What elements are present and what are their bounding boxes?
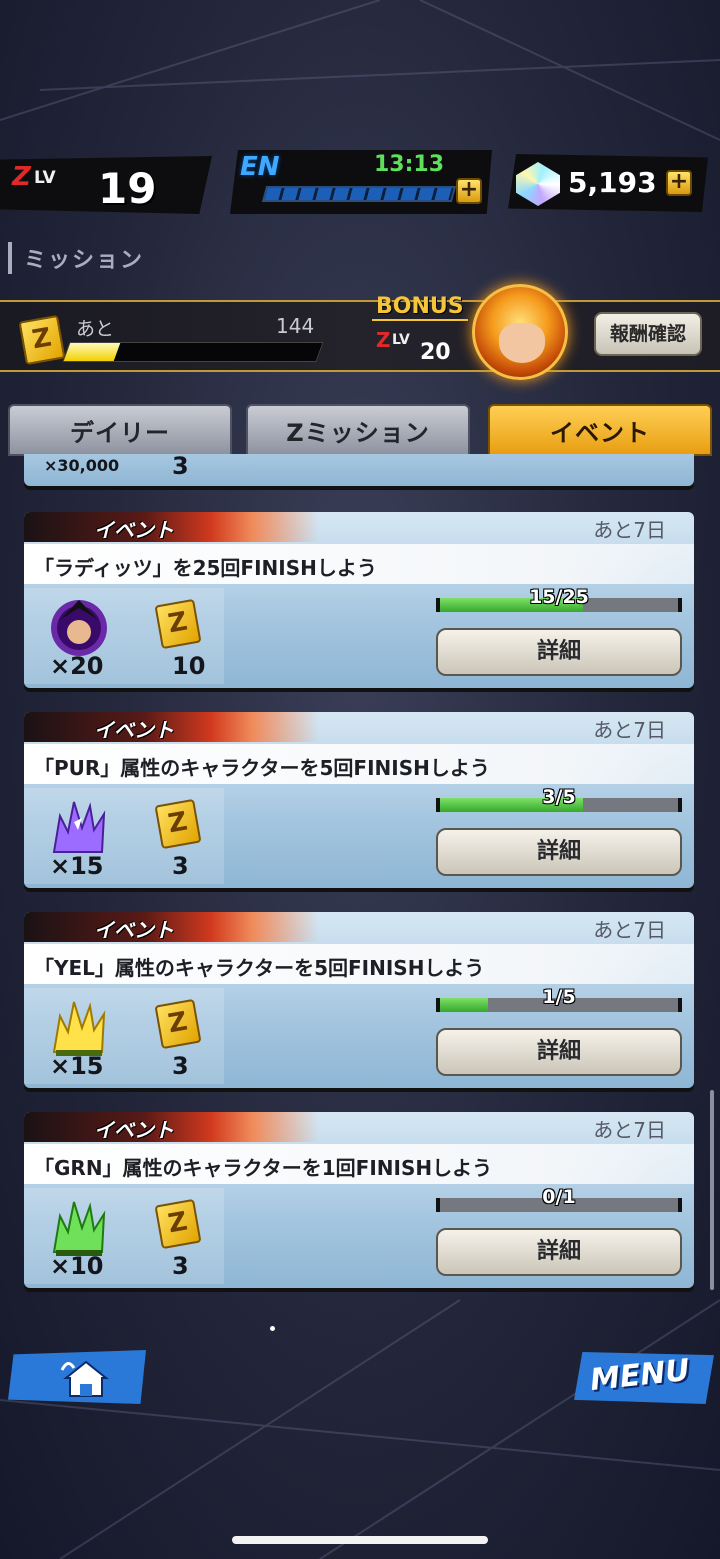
pur-crystal-icon <box>52 801 106 853</box>
tab-z-mission[interactable]: Zミッション <box>246 404 470 456</box>
status-bar: Z LV 19 EN 13:13 + 5,193 + <box>0 150 720 220</box>
reward-count: ×10 <box>50 1252 104 1280</box>
mission-title: 「ラディッツ」を25回FINISHしよう <box>34 556 377 580</box>
reward-box: ×10 Z 3 <box>24 1188 224 1284</box>
yel-crystal-icon <box>52 1001 106 1056</box>
z-medal-icon: Z <box>154 798 202 850</box>
z-count: 3 <box>172 852 189 880</box>
mission-progress-text: 15/25 <box>529 586 589 608</box>
home-button[interactable] <box>8 1350 146 1404</box>
page-title: ミッション <box>8 242 144 274</box>
z-count: 3 <box>172 1252 189 1280</box>
bonus-z-letter: Z <box>376 328 391 352</box>
detail-button[interactable]: 詳細 <box>436 828 682 876</box>
z-letter: Z <box>12 162 31 192</box>
mission-tabs: デイリー Zミッション イベント <box>0 404 720 456</box>
remaining-value: 144 <box>276 314 315 338</box>
chrono-crystal-icon <box>516 162 560 206</box>
mission-card-partial: ×30,000 3 詳細 <box>24 454 694 486</box>
z-medal-icon: Z <box>154 998 202 1050</box>
mission-list[interactable]: ×30,000 3 詳細 イベント あと7日 「ラディッツ」を25回FINISH… <box>24 454 696 1294</box>
mission-progress-text: 3/5 <box>542 786 576 808</box>
bonus-character-portrait <box>472 284 568 380</box>
reward-count: ×15 <box>50 852 104 880</box>
card-title-bar: 「YEL」属性のキャラクターを5回FINISHしよう <box>24 944 694 984</box>
energy-bar-fill <box>264 188 454 200</box>
event-tag: イベント <box>94 918 174 942</box>
z-count: 3 <box>172 1052 189 1080</box>
mission-card: イベント あと7日 「ラディッツ」を25回FINISHしよう ×20 Z 10 … <box>24 512 694 688</box>
energy-display: EN 13:13 + <box>230 150 492 214</box>
add-crystal-button[interactable]: + <box>666 170 692 196</box>
mission-title: 「GRN」属性のキャラクターを1回FINISHしよう <box>34 1156 493 1180</box>
chrono-crystal-count: 5,193 <box>568 166 657 199</box>
add-energy-button[interactable]: + <box>456 178 482 204</box>
event-tag: イベント <box>94 1118 174 1142</box>
energy-timer: 13:13 <box>374 152 445 177</box>
event-tag: イベント <box>94 718 174 742</box>
tab-daily[interactable]: デイリー <box>8 404 232 456</box>
event-tag: イベント <box>94 518 174 542</box>
card-title-bar: 「PUR」属性のキャラクターを5回FINISHしよう <box>24 744 694 784</box>
z-level-display: Z LV 19 <box>0 156 212 214</box>
mission-title: 「YEL」属性のキャラクターを5回FINISHしよう <box>34 956 485 980</box>
mission-progress-text: 0/1 <box>542 1186 576 1208</box>
time-remaining: あと7日 <box>593 718 666 742</box>
decorative-dot <box>270 1326 275 1331</box>
lv-label: LV <box>34 168 56 188</box>
reward-box: ×20 Z 10 <box>24 588 224 684</box>
reward-count: ×30,000 <box>44 456 120 475</box>
mission-card: イベント あと7日 「PUR」属性のキャラクターを5回FINISHしよう ×15… <box>24 712 694 888</box>
grn-crystal-icon <box>52 1201 106 1256</box>
mission-progress-text: 1/5 <box>542 986 576 1008</box>
chrono-crystal-display: 5,193 + <box>508 154 708 212</box>
menu-label: MENU <box>588 1352 692 1399</box>
z-medal-icon: Z <box>18 314 66 366</box>
detail-button[interactable]: 詳細 <box>436 1028 682 1076</box>
en-label: EN <box>240 152 280 182</box>
card-title-bar: 「GRN」属性のキャラクターを1回FINISHしよう <box>24 1144 694 1184</box>
home-icon <box>60 1360 109 1397</box>
reward-box: ×15 Z 3 <box>24 988 224 1084</box>
reward-count: ×15 <box>50 1052 104 1080</box>
bonus-label: BONUS <box>372 294 468 321</box>
z-medal-icon: Z <box>154 598 202 650</box>
z-medal-icon: Z <box>154 1198 202 1250</box>
mission-card: イベント あと7日 「YEL」属性のキャラクターを5回FINISHしよう ×15… <box>24 912 694 1088</box>
z-progress-bar <box>62 342 324 362</box>
card-title-bar: 「ラディッツ」を25回FINISHしよう <box>24 544 694 584</box>
z-count: 3 <box>172 454 189 480</box>
detail-button[interactable]: 詳細 <box>436 628 682 676</box>
bonus-level-value: 20 <box>420 340 451 365</box>
detail-button[interactable]: 詳細 <box>436 1228 682 1276</box>
remaining-label: あと <box>76 318 115 340</box>
tab-event[interactable]: イベント <box>488 404 712 456</box>
home-indicator[interactable] <box>232 1536 488 1544</box>
z-count: 10 <box>172 652 206 680</box>
time-remaining: あと7日 <box>593 518 666 542</box>
list-scrollbar[interactable] <box>710 1090 714 1290</box>
z-progress-fill <box>63 343 121 361</box>
z-level-value: 19 <box>98 164 157 213</box>
time-remaining: あと7日 <box>593 918 666 942</box>
reward-count: ×20 <box>50 652 104 680</box>
mission-title: 「PUR」属性のキャラクターを5回FINISHしよう <box>34 756 490 780</box>
time-remaining: あと7日 <box>593 1118 666 1142</box>
check-rewards-button[interactable]: 報酬確認 <box>594 312 702 356</box>
radditz-character-icon <box>51 600 107 656</box>
bonus-lv-label: LV <box>392 332 410 348</box>
energy-bar <box>261 186 457 202</box>
bonus-strip: Z あと 144 BONUS Z LV 20 報酬確認 <box>0 284 720 380</box>
reward-box: ×15 Z 3 <box>24 788 224 884</box>
menu-button[interactable]: MENU <box>574 1352 714 1404</box>
mission-card: イベント あと7日 「GRN」属性のキャラクターを1回FINISHしよう ×10… <box>24 1112 694 1288</box>
